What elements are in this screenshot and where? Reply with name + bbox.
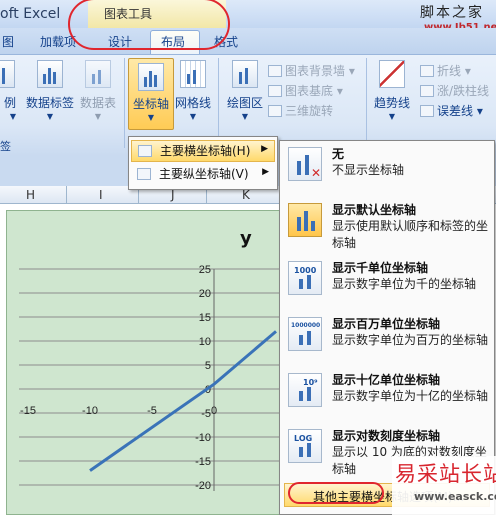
horizontal-axis-icon xyxy=(138,145,152,157)
axes-button[interactable]: 坐标轴 ▼ xyxy=(128,58,174,130)
millions-axis-icon: 1000000 xyxy=(288,317,322,351)
chevron-right-icon: ▶ xyxy=(262,167,269,177)
primary-vertical-axis-item[interactable]: 主要纵坐标轴(V) ▶ xyxy=(131,164,275,186)
legend-button[interactable]: 例 ▼ xyxy=(0,60,16,121)
y-tick-label: 10 xyxy=(199,336,211,348)
default-axis-icon xyxy=(288,203,322,237)
annotation-oval xyxy=(68,0,230,50)
data-labels-button[interactable]: 数据标签 ▼ xyxy=(24,60,76,121)
ribbon-group-label: 签 xyxy=(0,140,11,153)
column-header-j[interactable]: J xyxy=(171,188,175,202)
axis-option-none[interactable]: ✕ 无 不显示坐标轴 xyxy=(284,143,492,201)
primary-horizontal-axis-item[interactable]: 主要横坐标轴(H) ▶ xyxy=(131,140,275,162)
log-axis-icon: LOG xyxy=(288,429,322,463)
none-axis-icon: ✕ xyxy=(288,147,322,181)
x-tick-label: 0 xyxy=(211,405,217,417)
axes-icon xyxy=(138,63,164,91)
axis-option-thousands[interactable]: 1000 显示千单位坐标轴 显示数字单位为千的坐标轴 xyxy=(284,257,492,315)
watermark-url: www.easck.com xyxy=(414,490,496,503)
plot-area-icon xyxy=(232,60,258,88)
watermark-text: 易采站长站 xyxy=(395,462,496,486)
3d-rotation-button[interactable]: 三维旋转 xyxy=(268,102,333,119)
column-header-k[interactable]: K xyxy=(242,188,250,202)
axes-submenu: 主要横坐标轴(H) ▶ 主要纵坐标轴(V) ▶ xyxy=(128,136,278,190)
y-tick-label: -15 xyxy=(195,456,211,468)
chart-wall-icon xyxy=(268,65,282,77)
error-bars-icon xyxy=(420,105,434,117)
chevron-right-icon: ▶ xyxy=(261,144,268,154)
data-table-button[interactable]: 数据表 ▼ xyxy=(78,60,118,121)
y-tick-label: 5 xyxy=(205,360,211,372)
chart-title[interactable]: y xyxy=(240,228,252,249)
x-tick-label: -15 xyxy=(20,405,36,417)
billions-axis-icon: 10⁹ xyxy=(288,373,322,407)
plot-area-button[interactable]: 绘图区 ▼ xyxy=(224,60,266,121)
gridlines-icon xyxy=(180,60,206,88)
x-tick-label: -5 xyxy=(147,405,157,417)
trendline-button[interactable]: 趋势线 ▼ xyxy=(372,60,412,121)
axis-option-billions[interactable]: 10⁹ 显示十亿单位坐标轴 显示数字单位为十亿的坐标轴 xyxy=(284,369,492,427)
y-tick-label: -10 xyxy=(195,432,211,444)
legend-icon xyxy=(0,60,15,88)
y-tick-label: 25 xyxy=(199,264,211,276)
series-line xyxy=(89,330,277,472)
y-tick-label: -20 xyxy=(195,480,211,492)
annotation-oval-more xyxy=(288,482,384,504)
up-down-bars-button[interactable]: 涨/跌柱线 xyxy=(420,82,489,99)
axis-option-millions[interactable]: 1000000 显示百万单位坐标轴 显示数字单位为百万的坐标轴 xyxy=(284,313,492,371)
lines-icon xyxy=(420,65,434,77)
up-down-bars-icon xyxy=(420,85,434,97)
app-title: oft Excel xyxy=(0,6,61,22)
error-bars-button[interactable]: 误差线 ▾ xyxy=(420,102,483,119)
column-header-h[interactable]: H xyxy=(26,188,35,202)
lines-button[interactable]: 折线 ▾ xyxy=(420,62,471,79)
site-logo-text: 脚本之家 xyxy=(420,5,484,21)
data-table-icon xyxy=(85,60,111,88)
x-tick-label: -10 xyxy=(82,405,98,417)
axis-option-default[interactable]: 显示默认坐标轴 显示使用默认顺序和标签的坐标轴 xyxy=(284,199,492,257)
thousands-axis-icon: 1000 xyxy=(288,261,322,295)
vertical-axis-icon xyxy=(137,168,151,180)
trendline-icon xyxy=(379,60,405,88)
3d-rotation-icon xyxy=(268,105,282,117)
chart-wall-button[interactable]: 图表背景墙 ▾ xyxy=(268,62,355,79)
y-tick-label: -5 xyxy=(201,408,211,420)
chart-floor-icon xyxy=(268,85,282,97)
data-labels-icon xyxy=(37,60,63,88)
gridlines-button[interactable]: 网格线 ▼ xyxy=(172,60,214,121)
y-tick-label: 15 xyxy=(199,312,211,324)
tab-insert-partial[interactable]: 图 xyxy=(2,33,14,50)
column-header-i[interactable]: I xyxy=(99,188,103,202)
y-tick-label: 20 xyxy=(199,288,211,300)
chart-floor-button[interactable]: 图表基底 ▾ xyxy=(268,82,343,99)
